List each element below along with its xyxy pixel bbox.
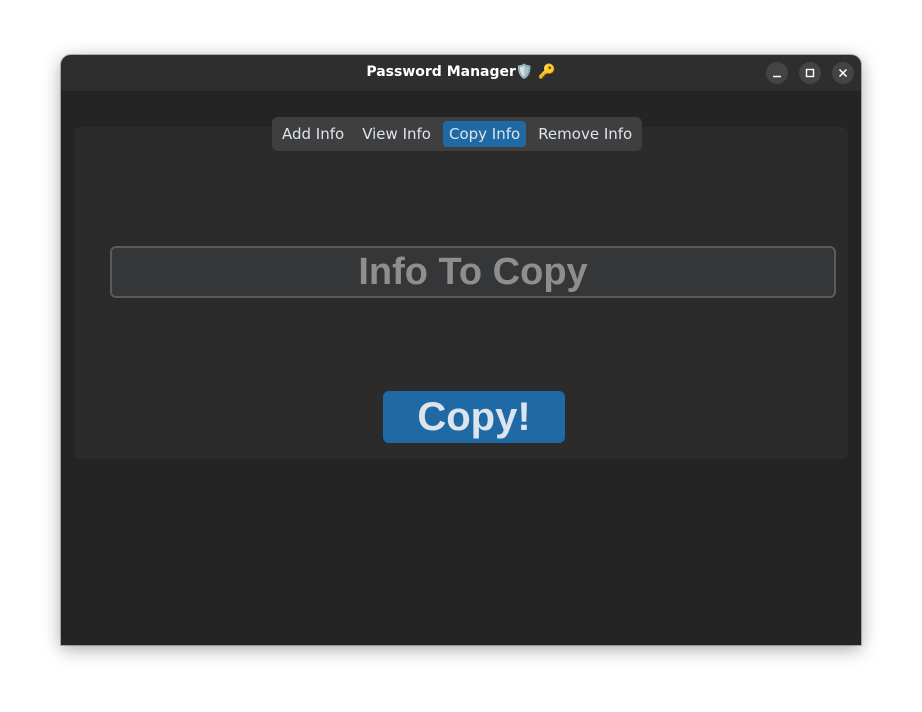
close-button[interactable] (832, 62, 854, 84)
copy-button[interactable]: Copy! (383, 391, 565, 443)
app-window: Password Manager🛡️ 🔑 Copy! Add Info View… (61, 55, 861, 645)
info-to-copy-input[interactable] (112, 248, 834, 296)
tab-add-info[interactable]: Add Info (276, 121, 350, 147)
maximize-icon (805, 68, 815, 78)
tab-bar: Add Info View Info Copy Info Remove Info (272, 117, 643, 151)
close-icon (838, 68, 848, 78)
tabview-frame: Copy! (74, 127, 848, 459)
tab-remove-info[interactable]: Remove Info (532, 121, 638, 147)
tab-view-info[interactable]: View Info (356, 121, 437, 147)
tab-copy-info[interactable]: Copy Info (442, 121, 527, 147)
window-title: Password Manager🛡️ 🔑 (366, 64, 556, 80)
title-bar[interactable]: Password Manager🛡️ 🔑 (61, 55, 861, 91)
minimize-icon (773, 75, 781, 78)
minimize-button[interactable] (766, 62, 788, 84)
maximize-button[interactable] (799, 62, 821, 84)
info-to-copy-field[interactable] (110, 246, 836, 298)
